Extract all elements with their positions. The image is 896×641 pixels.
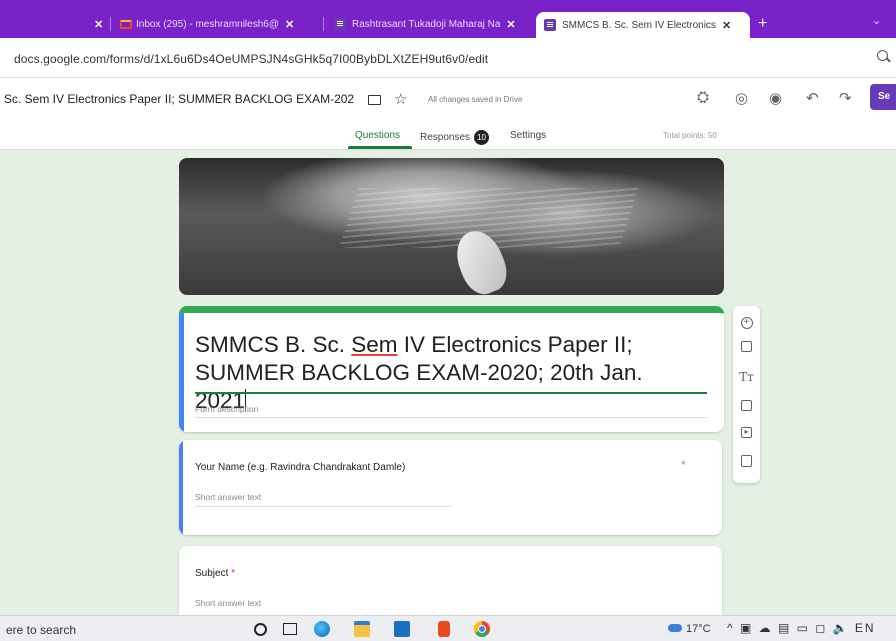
active-tab-indicator — [348, 146, 412, 149]
form-title-card[interactable]: SMMCS B. Sc. Sem IV Electronics Paper II… — [179, 306, 724, 432]
url-field[interactable]: docs.google.com/forms/d/1xL6u6Ds4OeUMPSJ… — [14, 52, 488, 66]
tab-inbox[interactable]: Inbox (295) - meshramnilesh6@ ✕ — [120, 13, 320, 35]
undo-icon[interactable]: ↶ — [806, 89, 819, 107]
form-doc-title[interactable]: Sc. Sem IV Electronics Paper II; SUMMER … — [4, 92, 354, 106]
question-card-name[interactable]: Your Name (e.g. Ravindra Chandrakant Dam… — [179, 440, 722, 535]
task-view-icon[interactable] — [283, 623, 297, 635]
zoom-icon[interactable] — [877, 50, 888, 61]
header-image — [179, 158, 724, 295]
tab-questions[interactable]: Questions — [355, 130, 400, 141]
feather-image — [448, 224, 514, 295]
office-icon[interactable] — [438, 621, 450, 637]
short-answer-placeholder: Short answer text — [195, 492, 262, 502]
form-title-misspelled: Sem — [351, 332, 398, 357]
add-title-icon[interactable]: Tт — [733, 370, 760, 384]
form-description-input[interactable]: Form description — [195, 404, 258, 414]
redo-icon[interactable]: ↷ — [839, 89, 852, 107]
active-card-indicator — [179, 440, 183, 535]
import-questions-icon[interactable] — [733, 341, 760, 355]
new-tab-button[interactable]: + — [758, 15, 767, 33]
weather-temp: 17°C — [686, 623, 711, 635]
form-title-part: SMMCS B. Sc. — [195, 332, 352, 357]
close-icon[interactable]: ✕ — [94, 18, 103, 31]
preview-icon[interactable]: ◉ — [769, 89, 782, 107]
add-section-icon[interactable] — [733, 455, 760, 470]
responses-count-badge: 10 — [474, 130, 490, 145]
folder-icon[interactable] — [368, 95, 381, 105]
send-button[interactable]: Se — [870, 84, 896, 110]
total-points: Total points: 50 — [663, 131, 717, 140]
system-tray[interactable]: ^ ▣ ☁ ▤ ▭ ◻ 🔈 EN — [727, 621, 876, 635]
tab-close-previous[interactable]: ✕ — [88, 13, 103, 35]
browser-tab-bar: ✕ Inbox (295) - meshramnilesh6@ ✕ Rashtr… — [0, 0, 896, 38]
tab-responses[interactable]: Responses 10 — [420, 130, 490, 145]
mail-icon[interactable] — [394, 621, 410, 637]
tab-settings[interactable]: Settings — [510, 130, 546, 141]
forms-icon — [544, 19, 556, 31]
question-title: Subject * — [195, 568, 235, 579]
required-mark: * — [681, 458, 686, 472]
required-mark: * — [231, 568, 236, 579]
customize-icon[interactable]: ⛭ — [697, 89, 709, 106]
question-title-text: Subject — [195, 568, 229, 579]
palette-icon[interactable]: ◎ — [735, 89, 748, 107]
tab-responses-label: Responses — [420, 132, 471, 144]
description-underline — [195, 417, 707, 418]
question-title: Your Name (e.g. Ravindra Chandrakant Dam… — [195, 462, 406, 473]
windows-taskbar: ere to search 17°C ^ ▣ ☁ ▤ ▭ ◻ 🔈 EN — [0, 615, 896, 641]
weather-widget[interactable]: 17°C — [668, 623, 711, 635]
short-answer-placeholder: Short answer text — [195, 598, 262, 608]
address-bar: docs.google.com/forms/d/1xL6u6Ds4OeUMPSJ… — [0, 38, 896, 78]
add-question-icon[interactable]: + — [733, 314, 760, 329]
tab-rtmnu[interactable]: Rashtrasant Tukadoji Maharaj Na ✕ — [334, 13, 528, 35]
add-video-icon[interactable]: ▸ — [733, 427, 760, 438]
star-icon[interactable]: ☆ — [394, 90, 407, 108]
forms-header: Sc. Sem IV Electronics Paper II; SUMMER … — [0, 78, 896, 150]
close-icon[interactable]: ✕ — [722, 19, 731, 32]
answer-underline — [195, 506, 451, 507]
tab-label: SMMCS B. Sc. Sem IV Electronics — [562, 19, 716, 31]
edge-icon[interactable] — [314, 621, 330, 637]
form-title-input[interactable]: SMMCS B. Sc. Sem IV Electronics Paper II… — [195, 331, 695, 415]
chevron-down-icon[interactable]: ⌄ — [872, 14, 881, 27]
title-focus-underline — [195, 392, 707, 394]
tab-label: Rashtrasant Tukadoji Maharaj Na — [352, 18, 501, 30]
save-status: All changes saved in Drive — [428, 95, 523, 104]
file-explorer-icon[interactable] — [354, 621, 370, 637]
taskbar-search[interactable]: ere to search — [6, 623, 76, 637]
tab-separator — [323, 17, 324, 31]
cortana-icon[interactable] — [254, 623, 267, 636]
tab-label: Inbox (295) - meshramnilesh6@ — [136, 18, 279, 30]
tab-smmcs-form[interactable]: SMMCS B. Sc. Sem IV Electronics ✕ — [536, 12, 750, 38]
side-toolbar: + Tт ▸ — [733, 306, 760, 483]
gmail-icon — [120, 19, 132, 29]
close-icon[interactable]: ✕ — [285, 18, 294, 31]
close-icon[interactable]: ✕ — [506, 18, 515, 31]
forms-icon — [334, 18, 346, 30]
active-card-indicator — [179, 313, 184, 432]
chrome-icon[interactable] — [474, 621, 490, 637]
tab-separator — [110, 17, 111, 31]
weather-cloud-icon — [668, 624, 682, 632]
add-image-icon[interactable] — [733, 400, 760, 414]
